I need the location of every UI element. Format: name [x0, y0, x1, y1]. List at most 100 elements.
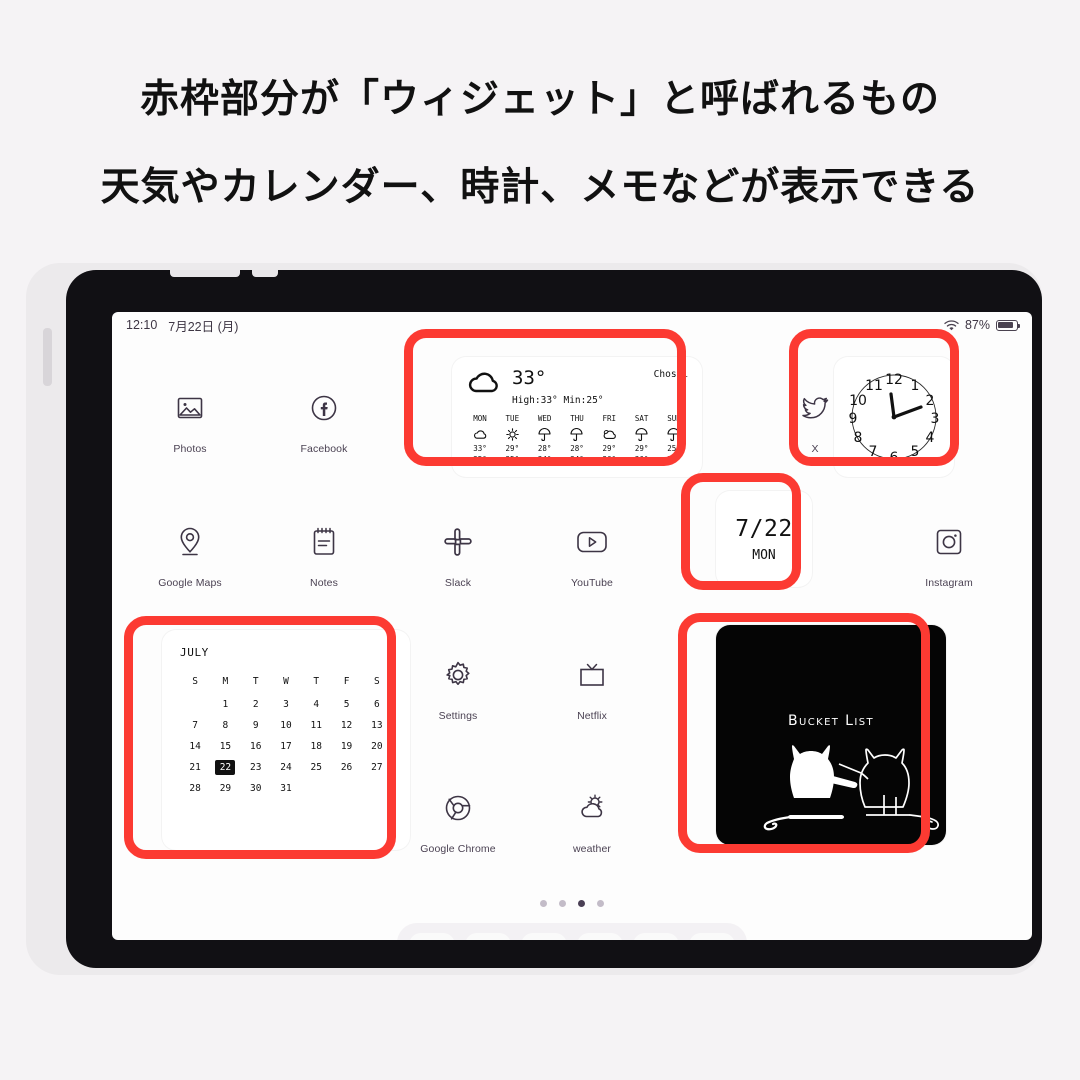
svg-text:3: 3: [931, 411, 940, 427]
forecast-day: TUE 29° 25°: [497, 413, 527, 466]
calendar-day[interactable]: 16: [241, 739, 271, 754]
photos-icon: [142, 386, 238, 430]
calendar-day[interactable]: 24: [271, 760, 301, 775]
app-instagram[interactable]: Instagram: [901, 520, 997, 589]
calendar-day[interactable]: 29: [210, 781, 240, 796]
calendar-day[interactable]: 13: [362, 718, 392, 733]
calendar-day[interactable]: 12: [331, 718, 361, 733]
app-slack[interactable]: Slack: [410, 520, 506, 589]
calendar-grid[interactable]: S M T W T F S 1 2 3 4 5 6 7 8 9 10 11 12 13 14 15 16 17 18 19 20 21…: [180, 676, 392, 796]
calendar-day[interactable]: 15: [210, 739, 240, 754]
forecast-day-name: SAT: [634, 414, 649, 423]
forecast-day-name: THU: [570, 414, 584, 423]
bucket-list-widget[interactable]: Bucket List: [716, 625, 946, 845]
facebook-icon: [276, 386, 372, 430]
page-dot[interactable]: [559, 900, 566, 907]
calendar-day[interactable]: 28: [180, 781, 210, 796]
app-label: Google Chrome: [420, 843, 496, 855]
app-label: Google Maps: [158, 577, 222, 589]
tv-icon: [544, 653, 640, 697]
calendar-day[interactable]: 27: [362, 760, 392, 775]
instagram-icon: [901, 520, 997, 564]
date-widget[interactable]: 7/22 MON: [716, 491, 812, 587]
calendar-day[interactable]: 25: [301, 760, 331, 775]
forecast-day-name: WED: [537, 414, 552, 423]
calendar-day[interactable]: 30: [241, 781, 271, 796]
app-netflix[interactable]: Netflix: [544, 653, 640, 722]
weather-widget[interactable]: 33° High:33° Min:25° Choshi MON 33° 25° …: [452, 357, 702, 477]
dock-item-google[interactable]: [577, 933, 623, 940]
youtube-icon: [544, 520, 640, 564]
calendar-day[interactable]: 17: [271, 739, 301, 754]
forecast-day: THU 28° 24°: [562, 413, 592, 466]
app-youtube[interactable]: YouTube: [544, 520, 640, 589]
umbrella-icon: [562, 427, 592, 442]
calendar-day[interactable]: 18: [301, 739, 331, 754]
clock-widget[interactable]: 12 1 2 3 4 5 6 7 8 9 10 11: [834, 357, 954, 477]
calendar-day[interactable]: 20: [362, 739, 392, 754]
forecast-low: 24°: [667, 455, 681, 465]
calendar-widget[interactable]: JULY S M T W T F S 1 2 3 4 5 6 7 8 9 10 11 12 13 14 15 16 17 18 1…: [162, 630, 410, 850]
calendar-day[interactable]: 8: [210, 718, 240, 733]
calendar-day[interactable]: 23: [241, 760, 271, 775]
dock-item-camera[interactable]: [689, 933, 735, 940]
calendar-day[interactable]: 9: [241, 718, 271, 733]
calendar-day[interactable]: 3: [271, 697, 301, 712]
volume-button[interactable]: [43, 328, 52, 386]
dock-item-safari[interactable]: [409, 933, 455, 940]
calendar-day[interactable]: 10: [271, 718, 301, 733]
calendar-day[interactable]: 19: [331, 739, 361, 754]
forecast-high: 25°: [667, 443, 681, 453]
svg-text:4: 4: [926, 430, 935, 446]
calendar-weekday-header: W: [283, 676, 289, 687]
tablet-top-notch-2: [252, 270, 278, 277]
tablet-screen: 12:10 7月22日 (月) 87% Photos Facebook X Go…: [112, 312, 1032, 940]
page-dot[interactable]: [540, 900, 547, 907]
weather-current-temp: 33°: [512, 367, 547, 389]
calendar-day[interactable]: 1: [210, 697, 240, 712]
analog-clock-icon: 12 1 2 3 4 5 6 7 8 9 10 11: [849, 372, 940, 466]
app-facebook[interactable]: Facebook: [276, 386, 372, 455]
app-notes[interactable]: Notes: [276, 520, 372, 589]
wifi-icon: [944, 319, 959, 331]
app-weather[interactable]: weather: [544, 786, 640, 855]
calendar-day[interactable]: 11: [301, 718, 331, 733]
app-settings[interactable]: Settings: [410, 653, 506, 722]
svg-text:7: 7: [869, 444, 878, 460]
forecast-day: FRI 29° 26°: [594, 413, 624, 466]
svg-text:5: 5: [911, 444, 920, 460]
weather-city: Choshi: [653, 369, 688, 380]
status-time: 12:10: [126, 318, 158, 332]
calendar-day[interactable]: 31: [271, 781, 301, 796]
calendar-day[interactable]: 2: [241, 697, 271, 712]
app-google-chrome[interactable]: Google Chrome: [410, 786, 506, 855]
calendar-day[interactable]: 6: [362, 697, 392, 712]
umbrella-icon: [530, 427, 560, 442]
sun-cloud-icon: [544, 786, 640, 830]
page-dot[interactable]: [597, 900, 604, 907]
calendar-day[interactable]: 21: [180, 760, 210, 775]
page-dot-active[interactable]: [578, 900, 585, 907]
calendar-day[interactable]: 4: [301, 697, 331, 712]
dock-item-health[interactable]: [521, 933, 567, 940]
calendar-day[interactable]: 7: [180, 718, 210, 733]
app-photos[interactable]: Photos: [142, 386, 238, 455]
dock-item-messages[interactable]: [465, 933, 511, 940]
calendar-day[interactable]: 26: [331, 760, 361, 775]
forecast-low: 26°: [634, 455, 649, 465]
tablet-frame: 12:10 7月22日 (月) 87% Photos Facebook X Go…: [26, 263, 1042, 975]
svg-text:9: 9: [849, 411, 858, 427]
dock-item-music[interactable]: [633, 933, 679, 940]
calendar-day-today[interactable]: 22: [215, 760, 236, 775]
calendar-day[interactable]: 5: [331, 697, 361, 712]
page-indicator-dots[interactable]: [112, 900, 1032, 907]
forecast-high: 28°: [570, 443, 584, 453]
calendar-weekday-header: S: [192, 676, 198, 687]
forecast-day-name: TUE: [505, 414, 520, 423]
app-label: Slack: [444, 577, 472, 589]
svg-text:6: 6: [890, 450, 899, 466]
app-google-maps[interactable]: Google Maps: [142, 520, 238, 589]
chrome-icon: [410, 786, 506, 830]
calendar-day[interactable]: 14: [180, 739, 210, 754]
svg-text:1: 1: [911, 378, 920, 394]
